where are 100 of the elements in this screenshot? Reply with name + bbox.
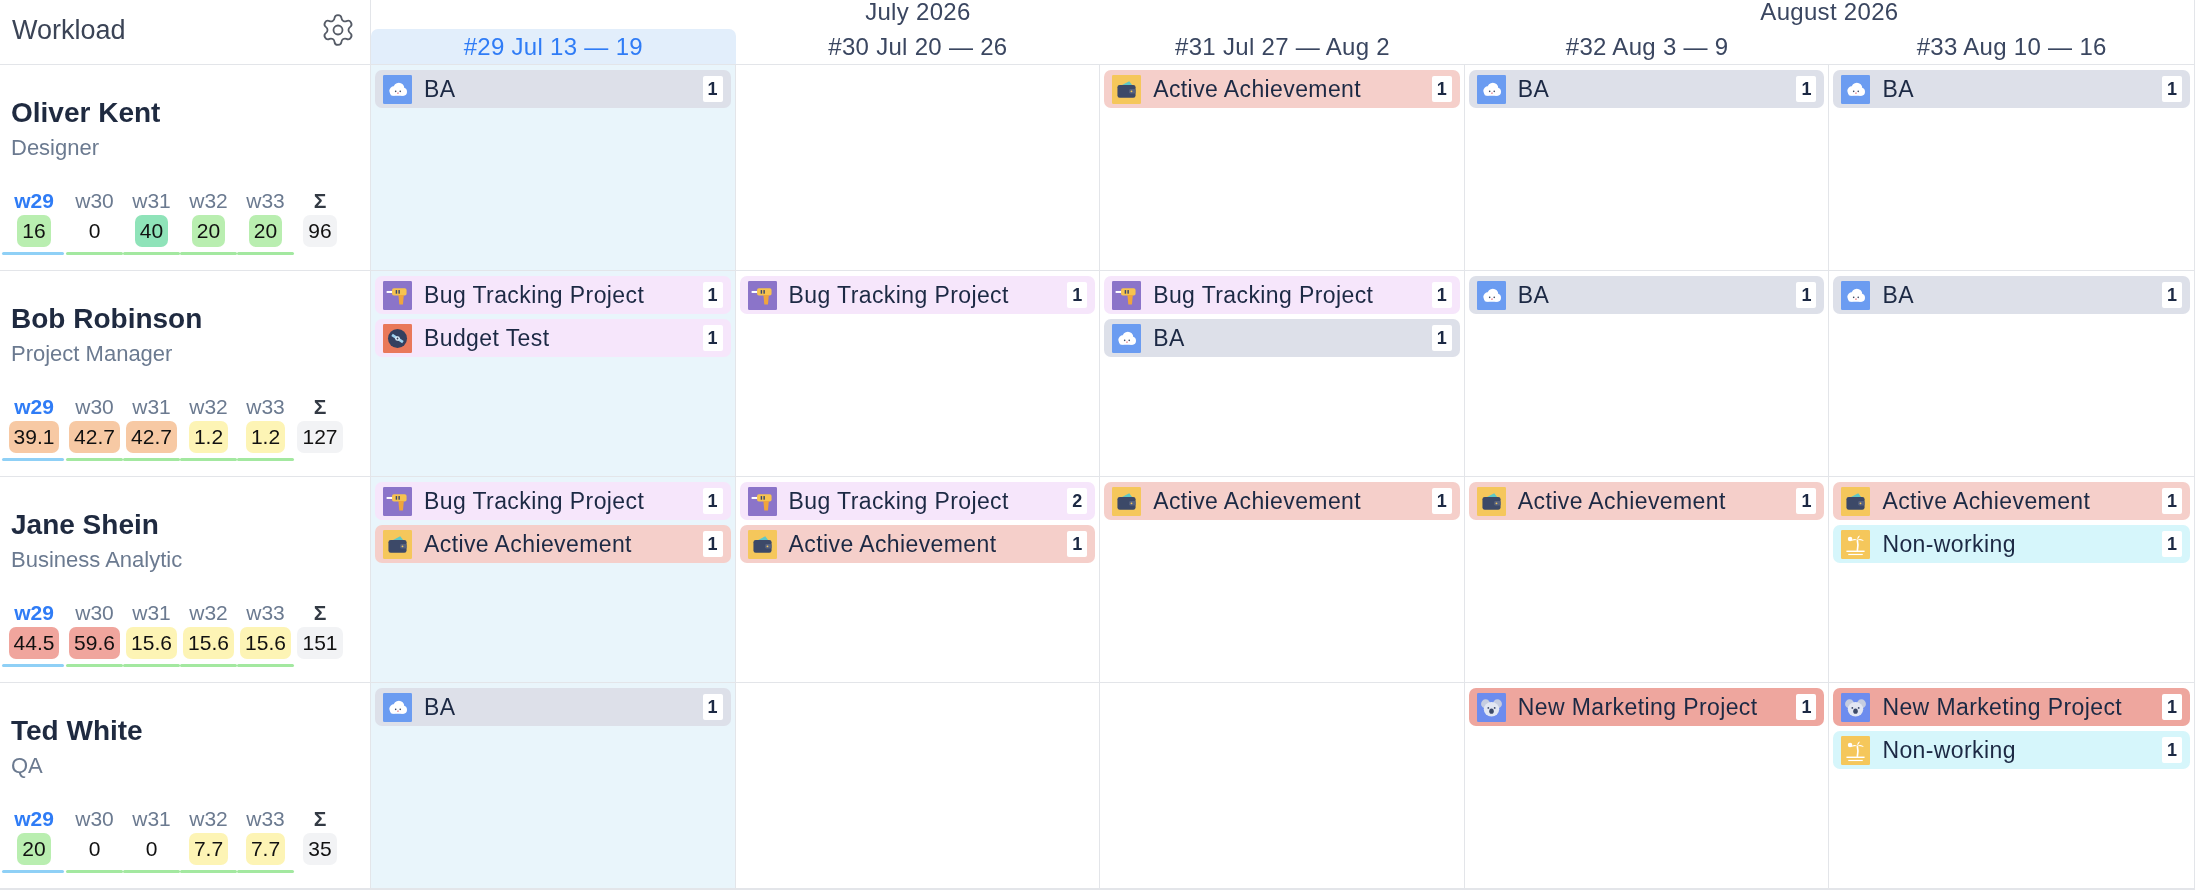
week-label: w31 xyxy=(132,601,171,625)
week-label: w30 xyxy=(75,395,114,419)
total-hours: 96 xyxy=(303,215,337,247)
task-count: 1 xyxy=(1796,282,1817,308)
week-label: w29 xyxy=(14,395,54,419)
task-count: 1 xyxy=(1796,694,1817,720)
task-name: New Marketing Project xyxy=(1517,693,1758,721)
week-label: w33 xyxy=(246,395,285,419)
person-name: Ted White xyxy=(11,714,143,748)
week-hours: 0 xyxy=(87,836,102,862)
task-count: 2 xyxy=(1067,488,1088,514)
month-label: July 2026 xyxy=(865,0,971,24)
palm-island-icon xyxy=(1841,529,1871,559)
drill-icon xyxy=(747,280,777,310)
person-role: Business Analytic xyxy=(11,548,183,572)
week-hours: 42.7 xyxy=(126,421,177,453)
week-hours: 20 xyxy=(248,215,283,247)
task-count: 1 xyxy=(2162,488,2182,514)
week-hours: 40 xyxy=(134,215,169,247)
task-name: BA xyxy=(1882,75,1914,103)
koala-icon xyxy=(1476,692,1506,722)
week-hours: 39.1 xyxy=(8,421,60,453)
week-hours: 1.2 xyxy=(245,421,286,453)
week-hours: 15.6 xyxy=(183,627,234,659)
week-hours: 15.6 xyxy=(240,627,291,659)
task-count: 1 xyxy=(2162,531,2182,557)
week-label: w32 xyxy=(189,601,228,625)
week-hours: 7.7 xyxy=(245,833,286,865)
sum-label: Σ xyxy=(313,807,327,831)
week-label: w32 xyxy=(189,807,228,831)
total-hours: 151 xyxy=(297,627,343,659)
week-label: w33 xyxy=(246,189,285,213)
person-role: Project Manager xyxy=(11,342,173,366)
task-count: 1 xyxy=(702,325,723,351)
task-name: BA xyxy=(424,693,456,721)
task-name: BA xyxy=(1517,281,1550,309)
palm-island-icon xyxy=(1841,735,1871,765)
week-hours: 20 xyxy=(191,215,226,247)
week-hours: 42.7 xyxy=(69,421,120,453)
task-name: Non-working xyxy=(1882,736,2016,764)
task-name: Bug Tracking Project xyxy=(1153,281,1374,309)
drill-icon xyxy=(383,280,412,310)
task-name: Active Achievement xyxy=(424,530,632,558)
week-hours: 1.2 xyxy=(188,421,229,453)
week-hours: 59.6 xyxy=(69,627,120,659)
task-name: Non-working xyxy=(1882,530,2016,558)
task-name: Active Achievement xyxy=(1517,487,1726,515)
sum-label: Σ xyxy=(313,395,327,419)
cloud-icon xyxy=(1841,280,1871,310)
task-name: Active Achievement xyxy=(1153,75,1362,103)
week-label: w30 xyxy=(75,807,114,831)
wallet-icon xyxy=(1476,486,1506,516)
task-count: 1 xyxy=(2162,694,2182,720)
week-hours: 20 xyxy=(17,833,51,865)
person-role: QA xyxy=(11,754,43,778)
task-count: 1 xyxy=(1067,282,1088,308)
cloud-icon xyxy=(383,692,412,722)
week-label: w33 xyxy=(246,601,285,625)
month-label: August 2026 xyxy=(1760,0,1899,24)
koala-icon xyxy=(1841,692,1871,722)
task-name: BA xyxy=(1153,324,1185,352)
week-label: w33 xyxy=(246,807,285,831)
task-name: Bug Tracking Project xyxy=(424,487,645,515)
week-label: w32 xyxy=(189,395,228,419)
task-count: 1 xyxy=(702,282,723,308)
person-role: Designer xyxy=(11,136,100,160)
task-count: 1 xyxy=(1431,325,1452,351)
task-name: Active Achievement xyxy=(1153,487,1362,515)
week-label: w29 xyxy=(14,189,54,213)
task-name: Budget Test xyxy=(424,324,550,352)
task-name: BA xyxy=(1882,281,1914,309)
cloud-icon xyxy=(1476,280,1506,310)
week-label: w32 xyxy=(189,189,228,213)
task-name: Bug Tracking Project xyxy=(788,487,1009,515)
total-hours: 35 xyxy=(303,833,337,865)
week-label: w31 xyxy=(132,807,171,831)
week-hours: 15.6 xyxy=(126,627,177,659)
task-count: 1 xyxy=(1431,488,1452,514)
week-header: #29 Jul 13 — 19 xyxy=(371,29,736,65)
week-label: w30 xyxy=(75,601,114,625)
cloud-icon xyxy=(383,74,412,104)
cloud-icon xyxy=(1841,74,1871,104)
task-count: 1 xyxy=(1431,282,1452,308)
task-name: BA xyxy=(1517,75,1550,103)
wallet-icon xyxy=(747,529,777,559)
task-count: 1 xyxy=(702,531,723,557)
drill-icon xyxy=(383,486,412,516)
task-name: Active Achievement xyxy=(1882,487,2091,515)
task-count: 1 xyxy=(2162,76,2182,102)
cloud-icon xyxy=(1112,323,1142,353)
task-count: 1 xyxy=(1067,531,1088,557)
sum-label: Σ xyxy=(313,189,327,213)
task-count: 1 xyxy=(2162,737,2182,763)
task-count: 1 xyxy=(1431,76,1452,102)
week-hours: 44.5 xyxy=(8,627,60,659)
drill-icon xyxy=(1112,280,1142,310)
task-count: 1 xyxy=(1796,488,1817,514)
week-label: w31 xyxy=(132,189,171,213)
drill-icon xyxy=(747,486,777,516)
wallet-icon xyxy=(1112,74,1142,104)
